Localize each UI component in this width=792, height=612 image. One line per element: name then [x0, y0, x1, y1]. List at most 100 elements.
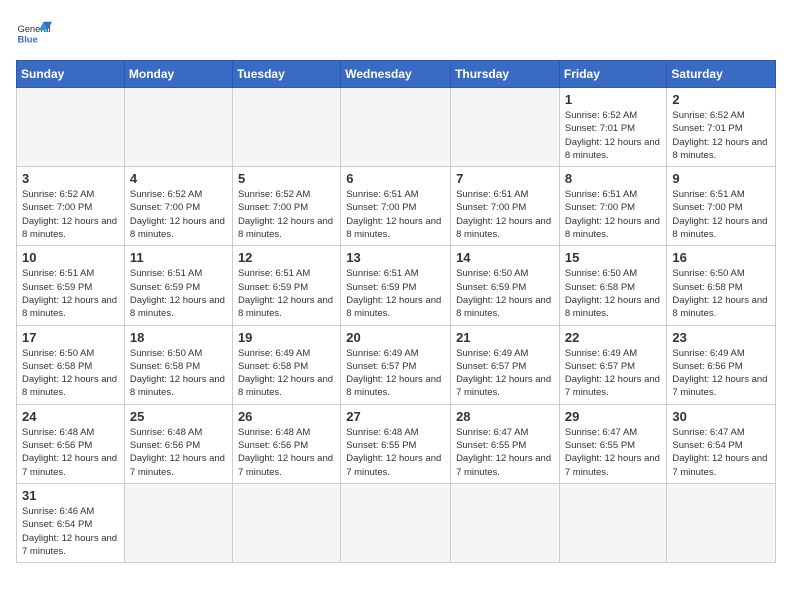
- day-number: 2: [672, 92, 770, 107]
- calendar-day-cell: 4Sunrise: 6:52 AMSunset: 7:00 PMDaylight…: [124, 167, 232, 246]
- day-info: Sunrise: 6:49 AMSunset: 6:56 PMDaylight:…: [672, 347, 770, 400]
- calendar-day-cell: 5 Sunrise: 6:52 AMSunset: 7:00 PMDaylight…: [232, 167, 340, 246]
- day-info: Sunrise: 6:52 AMSunset: 7:01 PMDaylight:…: [565, 109, 662, 162]
- day-number: 13: [346, 250, 445, 265]
- day-info: Sunrise: 6:49 AMSunset: 6:57 PMDaylight:…: [456, 347, 554, 400]
- calendar-day-cell: 19Sunrise: 6:49 AMSunset: 6:58 PMDayligh…: [232, 325, 340, 404]
- day-number: 5: [238, 171, 335, 186]
- calendar-day-cell: 16 Sunrise: 6:50 AMSunset: 6:58 PMDayligh…: [667, 246, 776, 325]
- calendar-table: SundayMondayTuesdayWednesdayThursdayFrid…: [16, 60, 776, 563]
- calendar-day-cell: 27Sunrise: 6:48 AMSunset: 6:55 PMDayligh…: [341, 404, 451, 483]
- calendar-day-cell: 22 Sunrise: 6:49 AMSunset: 6:57 PMDayligh…: [559, 325, 667, 404]
- day-number: 15: [565, 250, 662, 265]
- day-info: Sunrise: 6:50 AMSunset: 6:58 PMDaylight:…: [130, 347, 227, 400]
- day-number: 29: [565, 409, 662, 424]
- calendar-day-cell: 21 Sunrise: 6:49 AMSunset: 6:57 PMDayligh…: [451, 325, 560, 404]
- calendar-day-cell: 1 Sunrise: 6:52 AMSunset: 7:01 PMDaylight…: [559, 88, 667, 167]
- calendar-day-cell: 8Sunrise: 6:51 AMSunset: 7:00 PMDaylight…: [559, 167, 667, 246]
- calendar-day-cell: 18 Sunrise: 6:50 AMSunset: 6:58 PMDayligh…: [124, 325, 232, 404]
- day-info: Sunrise: 6:50 AMSunset: 6:58 PMDaylight:…: [672, 267, 770, 320]
- generalblue-logo-icon: General Blue: [16, 16, 52, 52]
- day-of-week-header: Sunday: [17, 61, 125, 88]
- calendar-day-cell: 7 Sunrise: 6:51 AMSunset: 7:00 PMDaylight…: [451, 167, 560, 246]
- calendar-day-cell: [451, 483, 560, 562]
- calendar-day-cell: [341, 88, 451, 167]
- calendar-day-cell: 30Sunrise: 6:47 AMSunset: 6:54 PMDayligh…: [667, 404, 776, 483]
- day-of-week-header: Saturday: [667, 61, 776, 88]
- calendar-day-cell: [17, 88, 125, 167]
- calendar-day-cell: 26 Sunrise: 6:48 AMSunset: 6:56 PMDayligh…: [232, 404, 340, 483]
- calendar-week-row: 1 Sunrise: 6:52 AMSunset: 7:01 PMDaylight…: [17, 88, 776, 167]
- calendar-week-row: 10 Sunrise: 6:51 AMSunset: 6:59 PMDayligh…: [17, 246, 776, 325]
- day-number: 9: [672, 171, 770, 186]
- calendar-day-cell: 6 Sunrise: 6:51 AMSunset: 7:00 PMDaylight…: [341, 167, 451, 246]
- day-info: Sunrise: 6:49 AMSunset: 6:57 PMDaylight:…: [565, 347, 662, 400]
- day-number: 10: [22, 250, 119, 265]
- calendar-day-cell: 24Sunrise: 6:48 AMSunset: 6:56 PMDayligh…: [17, 404, 125, 483]
- logo: General Blue: [16, 16, 52, 52]
- day-info: Sunrise: 6:51 AMSunset: 6:59 PMDaylight:…: [238, 267, 335, 320]
- calendar-day-cell: [124, 483, 232, 562]
- day-number: 12: [238, 250, 335, 265]
- day-number: 26: [238, 409, 335, 424]
- day-info: Sunrise: 6:48 AMSunset: 6:56 PMDaylight:…: [238, 426, 335, 479]
- calendar-day-cell: 17 Sunrise: 6:50 AMSunset: 6:58 PMDayligh…: [17, 325, 125, 404]
- day-info: Sunrise: 6:47 AMSunset: 6:54 PMDaylight:…: [672, 426, 770, 479]
- day-number: 23: [672, 330, 770, 345]
- day-number: 22: [565, 330, 662, 345]
- day-info: Sunrise: 6:52 AMSunset: 7:00 PMDaylight:…: [130, 188, 227, 241]
- day-info: Sunrise: 6:51 AMSunset: 7:00 PMDaylight:…: [456, 188, 554, 241]
- day-info: Sunrise: 6:47 AMSunset: 6:55 PMDaylight:…: [456, 426, 554, 479]
- day-info: Sunrise: 6:48 AMSunset: 6:56 PMDaylight:…: [22, 426, 119, 479]
- day-info: Sunrise: 6:51 AMSunset: 6:59 PMDaylight:…: [346, 267, 445, 320]
- day-number: 18: [130, 330, 227, 345]
- day-info: Sunrise: 6:50 AMSunset: 6:58 PMDaylight:…: [565, 267, 662, 320]
- day-of-week-header: Friday: [559, 61, 667, 88]
- day-number: 25: [130, 409, 227, 424]
- page-header: General Blue: [16, 16, 776, 52]
- calendar-day-cell: [667, 483, 776, 562]
- calendar-day-cell: 12 Sunrise: 6:51 AMSunset: 6:59 PMDayligh…: [232, 246, 340, 325]
- day-info: Sunrise: 6:50 AMSunset: 6:59 PMDaylight:…: [456, 267, 554, 320]
- svg-text:Blue: Blue: [17, 35, 37, 45]
- day-number: 11: [130, 250, 227, 265]
- calendar-day-cell: 23 Sunrise: 6:49 AMSunset: 6:56 PMDayligh…: [667, 325, 776, 404]
- calendar-day-cell: [232, 88, 340, 167]
- day-number: 17: [22, 330, 119, 345]
- calendar-day-cell: 2 Sunrise: 6:52 AMSunset: 7:01 PMDaylight…: [667, 88, 776, 167]
- day-number: 27: [346, 409, 445, 424]
- day-of-week-header: Thursday: [451, 61, 560, 88]
- day-number: 7: [456, 171, 554, 186]
- calendar-week-row: 31Sunrise: 6:46 AMSunset: 6:54 PMDayligh…: [17, 483, 776, 562]
- calendar-week-row: 17 Sunrise: 6:50 AMSunset: 6:58 PMDayligh…: [17, 325, 776, 404]
- day-info: Sunrise: 6:52 AMSunset: 7:00 PMDaylight:…: [238, 188, 335, 241]
- calendar-day-cell: 20Sunrise: 6:49 AMSunset: 6:57 PMDayligh…: [341, 325, 451, 404]
- day-info: Sunrise: 6:50 AMSunset: 6:58 PMDaylight:…: [22, 347, 119, 400]
- calendar-header-row: SundayMondayTuesdayWednesdayThursdayFrid…: [17, 61, 776, 88]
- day-info: Sunrise: 6:52 AMSunset: 7:00 PMDaylight:…: [22, 188, 119, 241]
- day-info: Sunrise: 6:51 AMSunset: 7:00 PMDaylight:…: [346, 188, 445, 241]
- day-number: 16: [672, 250, 770, 265]
- day-info: Sunrise: 6:52 AMSunset: 7:01 PMDaylight:…: [672, 109, 770, 162]
- calendar-day-cell: [559, 483, 667, 562]
- day-info: Sunrise: 6:48 AMSunset: 6:56 PMDaylight:…: [130, 426, 227, 479]
- day-of-week-header: Tuesday: [232, 61, 340, 88]
- day-number: 21: [456, 330, 554, 345]
- calendar-day-cell: 10Sunrise: 6:51 AMSunset: 6:59 PMDayligh…: [17, 246, 125, 325]
- day-number: 14: [456, 250, 554, 265]
- calendar-day-cell: [451, 88, 560, 167]
- day-number: 6: [346, 171, 445, 186]
- calendar-day-cell: 15 Sunrise: 6:50 AMSunset: 6:58 PMDayligh…: [559, 246, 667, 325]
- day-number: 1: [565, 92, 662, 107]
- calendar-day-cell: 29 Sunrise: 6:47 AMSunset: 6:55 PMDayligh…: [559, 404, 667, 483]
- calendar-week-row: 24Sunrise: 6:48 AMSunset: 6:56 PMDayligh…: [17, 404, 776, 483]
- calendar-week-row: 3 Sunrise: 6:52 AMSunset: 7:00 PMDaylight…: [17, 167, 776, 246]
- calendar-day-cell: 3 Sunrise: 6:52 AMSunset: 7:00 PMDaylight…: [17, 167, 125, 246]
- day-of-week-header: Wednesday: [341, 61, 451, 88]
- day-of-week-header: Monday: [124, 61, 232, 88]
- day-number: 3: [22, 171, 119, 186]
- calendar-day-cell: 31Sunrise: 6:46 AMSunset: 6:54 PMDayligh…: [17, 483, 125, 562]
- day-info: Sunrise: 6:51 AMSunset: 7:00 PMDaylight:…: [565, 188, 662, 241]
- day-info: Sunrise: 6:47 AMSunset: 6:55 PMDaylight:…: [565, 426, 662, 479]
- day-info: Sunrise: 6:51 AMSunset: 7:00 PMDaylight:…: [672, 188, 770, 241]
